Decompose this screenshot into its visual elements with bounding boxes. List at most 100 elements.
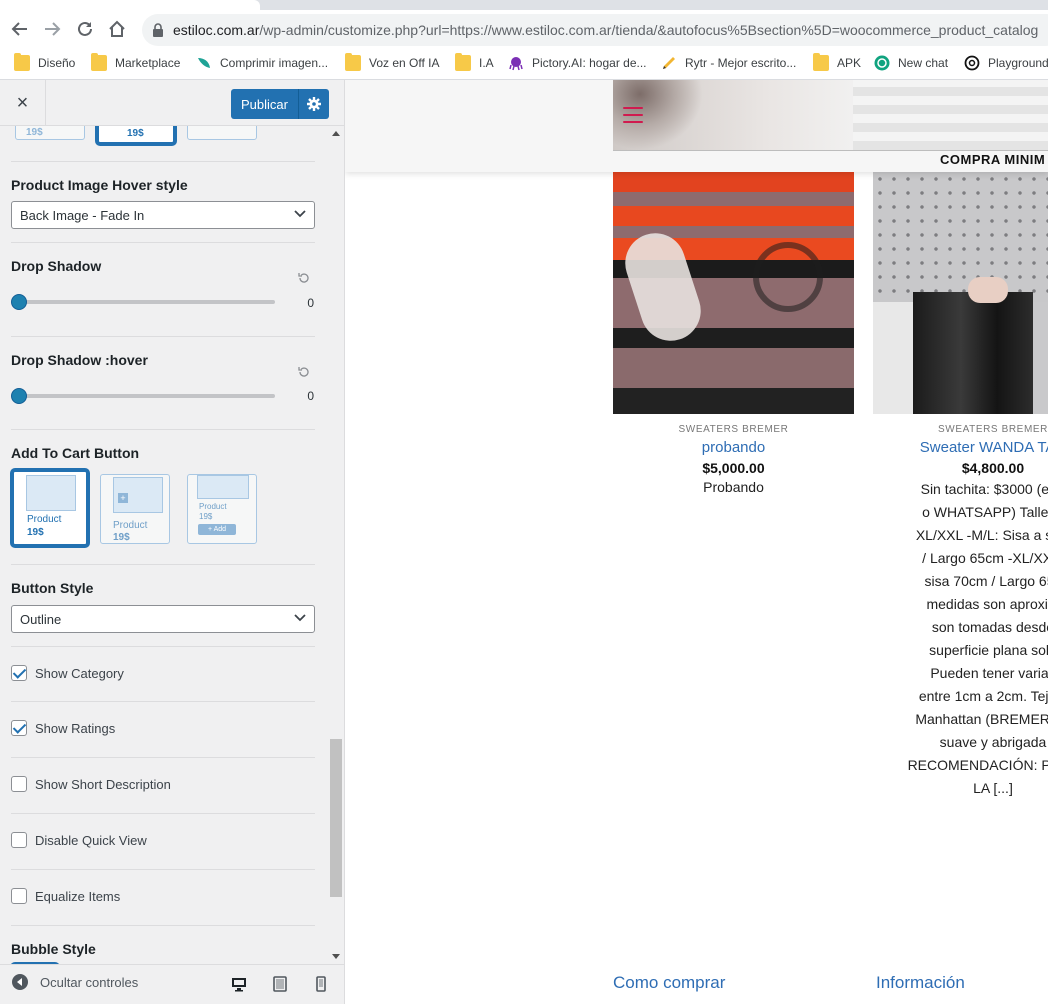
divider bbox=[11, 646, 315, 647]
folder-icon bbox=[345, 53, 361, 71]
drop-shadow-slider-track[interactable] bbox=[19, 300, 275, 304]
product-short-description: Probando bbox=[703, 479, 764, 495]
publish-label: Publicar bbox=[241, 96, 288, 112]
product-short-description: Sin tachita: $3000 (en ( o WHATSAPP) Tal… bbox=[873, 478, 1048, 800]
bookmark-label: New chat bbox=[898, 56, 949, 70]
scroll-up-icon[interactable] bbox=[332, 130, 340, 136]
product-category[interactable]: SWEATERS BREMER bbox=[613, 424, 854, 435]
close-icon: × bbox=[16, 91, 29, 114]
drop-shadow-hover-slider-handle[interactable] bbox=[11, 388, 27, 404]
bookmark-pictory[interactable]: Pictory.AI: hogar de... bbox=[508, 53, 647, 73]
close-customizer-button[interactable]: × bbox=[0, 80, 46, 126]
site-preview[interactable]: COMPRA MINIM SWEATERS BREMER probando $5… bbox=[345, 80, 1048, 1004]
customizer-header: × Publicar bbox=[0, 80, 344, 126]
bookmark-diseno[interactable]: Diseño bbox=[14, 53, 75, 73]
hide-controls-label: Ocultar controles bbox=[40, 974, 139, 990]
equalize-items-checkbox[interactable]: Equalize Items bbox=[11, 888, 120, 904]
openai-icon bbox=[874, 55, 890, 71]
bookmark-marketplace[interactable]: Marketplace bbox=[91, 53, 180, 73]
product-image-probando[interactable] bbox=[613, 172, 854, 414]
desc-line: LA [...] bbox=[973, 780, 1013, 796]
product-box-style-option-2[interactable]: 19$ bbox=[97, 126, 175, 144]
product-image-wanda[interactable] bbox=[873, 172, 1048, 414]
url-text: estiloc.com.ar/wp-admin/customize.php?ur… bbox=[173, 22, 1039, 38]
scrollbar-thumb[interactable] bbox=[330, 739, 342, 897]
footer-heading-como-comprar[interactable]: Como comprar bbox=[613, 973, 725, 993]
product-card-probando[interactable]: SWEATERS BREMER probando $5,000.00 Proba… bbox=[613, 424, 854, 496]
option-price-text: 19$ bbox=[199, 512, 213, 521]
chevron-down-icon bbox=[294, 614, 306, 622]
product-box-style-option-3[interactable] bbox=[187, 126, 257, 140]
drop-shadow-slider-handle[interactable] bbox=[11, 294, 27, 310]
address-bar[interactable]: estiloc.com.ar/wp-admin/customize.php?ur… bbox=[142, 14, 1048, 46]
drop-shadow-value[interactable]: 0 bbox=[290, 296, 314, 310]
reload-button[interactable] bbox=[73, 17, 97, 41]
select-value: Outline bbox=[20, 612, 62, 627]
tablet-preview-icon[interactable] bbox=[273, 976, 287, 992]
active-tab[interactable] bbox=[0, 0, 260, 10]
hide-controls-button[interactable]: Ocultar controles bbox=[12, 974, 138, 990]
select-value: Back Image - Fade In bbox=[20, 208, 145, 223]
checkbox-box[interactable] bbox=[11, 665, 27, 681]
desc-line: / Largo 65cm -XL/XXL: bbox=[922, 550, 1048, 566]
divider bbox=[11, 564, 315, 565]
publish-settings-button[interactable] bbox=[298, 89, 329, 119]
sidebar-scrollbar[interactable] bbox=[328, 126, 344, 964]
checkbox-box[interactable] bbox=[11, 888, 27, 904]
checkbox-box[interactable] bbox=[11, 776, 27, 792]
bookmark-rytr[interactable]: Rytr - Mejor escrito... bbox=[661, 53, 796, 73]
product-box-style-option-1[interactable]: 19$ bbox=[15, 126, 85, 140]
add-to-cart-style-option-3[interactable]: Product 19$ + Add bbox=[187, 474, 257, 544]
product-category[interactable]: SWEATERS BREMER bbox=[873, 424, 1048, 435]
forward-button[interactable] bbox=[40, 17, 64, 41]
option-product-text: Product bbox=[199, 502, 227, 511]
option-image-thumb bbox=[197, 475, 249, 499]
scroll-down-icon[interactable] bbox=[332, 954, 340, 960]
divider bbox=[11, 757, 315, 758]
image-hover-select[interactable]: Back Image - Fade In bbox=[11, 201, 315, 229]
desc-line: Sin tachita: $3000 (en ( bbox=[920, 481, 1048, 497]
reset-icon[interactable] bbox=[298, 366, 310, 378]
add-to-cart-style-option-1[interactable]: Product 19$ bbox=[12, 470, 88, 546]
desc-line: entre 1cm a 2cm. Tejida bbox=[918, 688, 1048, 704]
bookmark-apk[interactable]: APK bbox=[813, 53, 861, 73]
folder-icon bbox=[455, 53, 471, 71]
show-category-checkbox[interactable]: Show Category bbox=[11, 665, 124, 681]
drop-shadow-hover-slider-track[interactable] bbox=[19, 394, 275, 398]
product-title-link[interactable]: probando bbox=[613, 439, 854, 456]
bookmark-label: Diseño bbox=[38, 56, 76, 70]
publish-button[interactable]: Publicar bbox=[231, 89, 329, 119]
product-price: $5,000.00 bbox=[702, 460, 765, 476]
checkbox-box[interactable] bbox=[11, 832, 27, 848]
customizer-controls[interactable]: 19$ 19$ Product Image Hover style Back I… bbox=[0, 126, 344, 964]
bookmark-comprimir[interactable]: Comprimir imagen... bbox=[196, 53, 328, 73]
add-to-cart-style-option-2[interactable]: + Product 19$ bbox=[100, 474, 170, 544]
divider bbox=[11, 925, 315, 926]
product-title-link[interactable]: Sweater WANDA TAC bbox=[873, 439, 1048, 456]
back-button[interactable] bbox=[8, 17, 32, 41]
checkbox-box[interactable] bbox=[11, 720, 27, 736]
reload-icon bbox=[78, 21, 92, 36]
button-style-select[interactable]: Outline bbox=[11, 605, 315, 633]
bookmark-voz[interactable]: Voz en Off IA bbox=[345, 53, 440, 73]
desc-line: superficie plana solo bbox=[929, 642, 1048, 658]
product-card-wanda[interactable]: SWEATERS BREMER Sweater WANDA TAC $4,800… bbox=[873, 424, 1048, 800]
bookmark-label: Pictory.AI: hogar de... bbox=[532, 56, 647, 70]
desktop-preview-icon[interactable] bbox=[231, 976, 247, 992]
disable-quick-view-checkbox[interactable]: Disable Quick View bbox=[11, 832, 147, 848]
divider bbox=[11, 429, 315, 430]
footer-heading-informacion[interactable]: Información bbox=[876, 973, 965, 993]
bookmark-ia[interactable]: I.A bbox=[455, 53, 494, 73]
bookmark-playground[interactable]: Playground bbox=[964, 53, 1048, 73]
mobile-preview-icon[interactable] bbox=[316, 976, 326, 992]
reset-icon[interactable] bbox=[298, 272, 310, 284]
openai-icon bbox=[964, 55, 980, 71]
show-ratings-checkbox[interactable]: Show Ratings bbox=[11, 720, 115, 736]
home-button[interactable] bbox=[105, 17, 129, 41]
drop-shadow-hover-value[interactable]: 0 bbox=[290, 389, 314, 403]
divider bbox=[11, 701, 315, 702]
menu-hamburger-icon[interactable] bbox=[623, 107, 643, 128]
bookmark-new-chat[interactable]: New chat bbox=[874, 53, 948, 73]
show-short-description-checkbox[interactable]: Show Short Description bbox=[11, 776, 171, 792]
bookmark-label: I.A bbox=[479, 56, 494, 70]
